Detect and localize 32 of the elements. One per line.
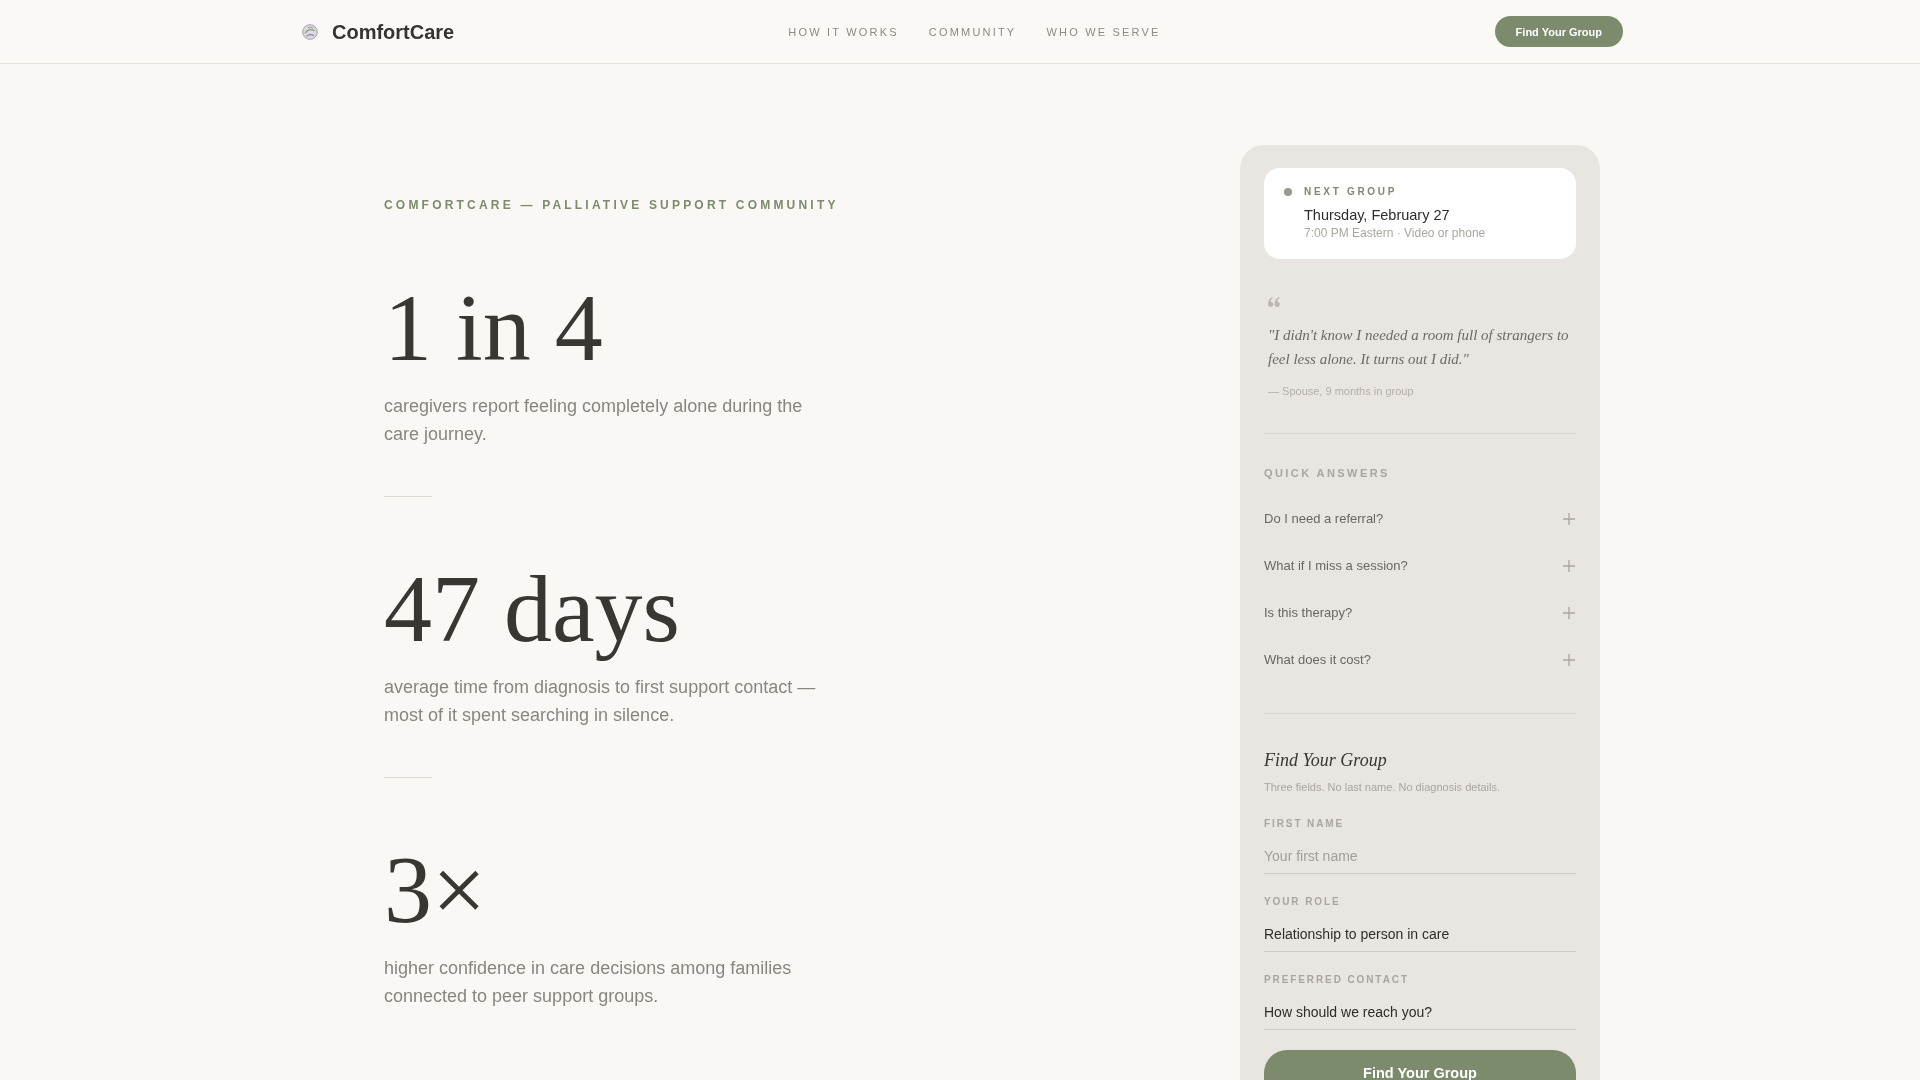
eyebrow-text: COMFORTCARE — PALLIATIVE SUPPORT COMMUNITY: [384, 198, 840, 212]
stat-description: higher confidence in care decisions among families connected to peer support groups.: [384, 957, 793, 1008]
field-label: FIRST NAME: [1264, 817, 1346, 831]
quote-attribution: — Spouse, 9 months in group: [1268, 384, 1415, 399]
cta-button[interactable]: Find Your Group: [1494, 16, 1623, 47]
form-title: Find Your Group: [1264, 749, 1388, 772]
faq-item[interactable]: What does it cost?: [1264, 636, 1576, 683]
select-field[interactable]: How should we reach you?: [1264, 993, 1576, 1030]
brand-name: ComfortCare: [332, 19, 455, 44]
swirl-icon: [302, 23, 318, 40]
faq-item[interactable]: Do I need a referral?: [1264, 495, 1576, 542]
faq-item[interactable]: What if I miss a session?: [1264, 542, 1576, 589]
form-subtitle: Three fields. No last name. No diagnosis details.: [1264, 780, 1501, 795]
stat-description: caregivers report feeling completely alone during the care journey.: [384, 395, 804, 446]
stat-figure: 1 in 4: [384, 280, 604, 376]
next-group-details: 7:00 PM Eastern · Video or phone: [1304, 225, 1487, 241]
stat-description: average time from diagnosis to first support contact — most of it spent searching in silence.: [384, 676, 817, 727]
status-dot-icon: [1284, 188, 1292, 196]
stat-figure: 3×: [384, 842, 488, 938]
testimonial-quote: "I didn't know I needed a room full of strangers to feel less alone. It turns out I did.": [1268, 326, 1570, 369]
quote-icon: [1268, 297, 1280, 307]
next-group-label: NEXT GROUP: [1304, 185, 1399, 199]
faq-item[interactable]: Is this therapy?: [1264, 589, 1576, 636]
next-group-date: Thursday, February 27: [1304, 206, 1451, 225]
field-label: PREFERRED CONTACT: [1264, 973, 1410, 987]
nav-link[interactable]: COMMUNITY: [928, 24, 1017, 39]
section-heading: QUICK ANSWERS: [1264, 466, 1391, 480]
text-input[interactable]: Your first name: [1264, 837, 1576, 874]
nav-link[interactable]: WHO WE SERVE: [1046, 24, 1161, 39]
field-label: YOUR ROLE: [1264, 895, 1342, 909]
nav-link[interactable]: HOW IT WORKS: [788, 24, 899, 39]
select-field[interactable]: Relationship to person in care: [1264, 915, 1576, 952]
